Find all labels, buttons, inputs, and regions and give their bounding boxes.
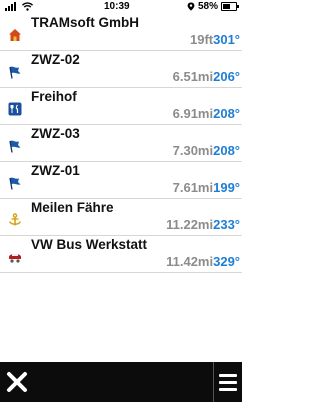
status-time: 10:39 (104, 1, 130, 12)
waypoint-distance-bearing: 7.61mi199° (173, 180, 240, 195)
waypoint-distance: 11.22mi (166, 217, 214, 232)
waypoint-list[interactable]: TRAMsoft GmbH 19ft301° ZWZ-02 6.51mi206° Fre… (0, 14, 242, 273)
waypoint-bearing: 329° (213, 254, 240, 269)
waypoint-name: ZWZ-03 (31, 126, 80, 141)
home-icon (8, 28, 22, 42)
flag-icon (8, 65, 22, 79)
status-left (5, 2, 33, 11)
waypoint-distance: 6.51mi (172, 69, 214, 84)
status-bar: 10:39 58% (0, 0, 242, 14)
car-repair-icon (8, 250, 22, 264)
waypoint-distance-bearing: 19ft301° (190, 32, 240, 47)
waypoint-distance-bearing: 6.51mi206° (173, 69, 240, 84)
wifi-icon (22, 2, 33, 11)
waypoint-bearing: 301° (213, 32, 240, 47)
status-right: 58% (187, 1, 239, 12)
waypoint-distance: 7.30mi (172, 143, 214, 158)
flag-icon (8, 176, 22, 190)
close-button[interactable] (0, 362, 34, 402)
battery-percent: 58% (197, 1, 218, 12)
waypoint-row[interactable]: TRAMsoft GmbH 19ft301° (0, 14, 242, 51)
waypoint-name: ZWZ-01 (31, 163, 80, 178)
menu-icon-bar (219, 387, 237, 391)
bottom-bar (0, 362, 242, 402)
waypoint-name: Meilen Fähre (31, 200, 114, 215)
waypoint-name: VW Bus Werkstatt (31, 237, 148, 252)
flag-icon (8, 139, 22, 153)
waypoint-row[interactable]: Freihof 6.91mi208° (0, 88, 242, 125)
waypoint-bearing: 199° (213, 180, 240, 195)
waypoint-bearing: 208° (213, 106, 240, 121)
battery-icon (221, 2, 239, 11)
waypoint-bearing: 208° (213, 143, 240, 158)
waypoint-distance-bearing: 11.42mi329° (166, 254, 240, 269)
gps-icon (187, 2, 195, 11)
waypoint-distance-bearing: 7.30mi208° (173, 143, 240, 158)
waypoint-name: TRAMsoft GmbH (31, 15, 139, 30)
restaurant-icon (8, 102, 22, 116)
waypoint-name: Freihof (31, 89, 77, 104)
waypoint-bearing: 206° (213, 69, 240, 84)
battery-fill (223, 4, 230, 9)
anchor-icon (8, 213, 22, 227)
waypoint-distance: 6.91mi (172, 106, 214, 121)
waypoint-row[interactable]: ZWZ-03 7.30mi208° (0, 125, 242, 162)
waypoint-row[interactable]: Meilen Fähre 11.22mi233° (0, 199, 242, 236)
waypoint-distance: 7.61mi (172, 180, 214, 195)
waypoint-distance-bearing: 11.22mi233° (166, 217, 240, 232)
waypoint-distance-bearing: 6.91mi208° (173, 106, 240, 121)
close-icon (7, 372, 27, 392)
waypoint-bearing: 233° (213, 217, 240, 232)
menu-icon-bar (219, 380, 237, 384)
waypoint-row[interactable]: ZWZ-02 6.51mi206° (0, 51, 242, 88)
waypoint-distance: 19ft (189, 32, 214, 47)
menu-button[interactable] (213, 362, 242, 402)
signal-icon (5, 2, 16, 11)
waypoint-distance: 11.42mi (166, 254, 214, 269)
waypoint-name: ZWZ-02 (31, 52, 80, 67)
waypoint-row[interactable]: ZWZ-01 7.61mi199° (0, 162, 242, 199)
menu-icon-bar (219, 373, 237, 377)
waypoint-row[interactable]: VW Bus Werkstatt 11.42mi329° (0, 236, 242, 273)
